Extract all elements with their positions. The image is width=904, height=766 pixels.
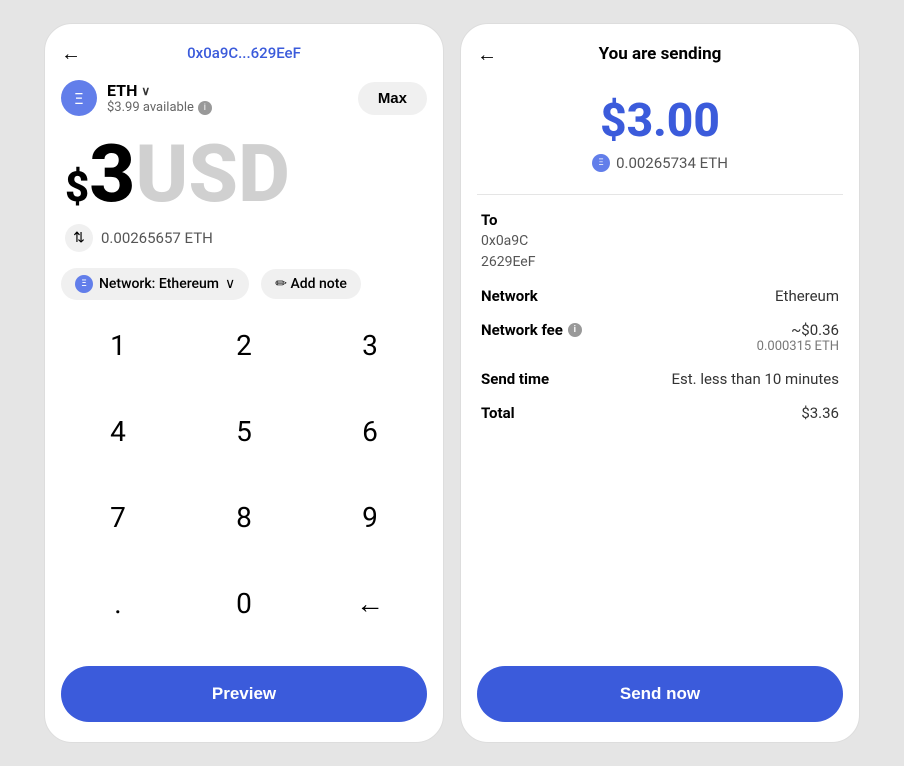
key-7[interactable]: 7 xyxy=(55,482,181,552)
add-note-button[interactable]: ✏ Add note xyxy=(261,269,361,299)
fee-usd: ~$0.36 xyxy=(757,321,839,339)
key-backspace[interactable]: ← xyxy=(307,568,433,638)
sending-usd: $3.00 xyxy=(477,94,843,148)
token-name-row: ETH ∨ xyxy=(107,81,212,100)
key-0[interactable]: 0 xyxy=(181,568,307,638)
key-4[interactable]: 4 xyxy=(55,396,181,466)
key-5[interactable]: 5 xyxy=(181,396,307,466)
back-button[interactable]: ← xyxy=(61,41,81,66)
send-time-label: Send time xyxy=(481,370,549,388)
fee-eth: 0.000315 ETH xyxy=(757,339,839,354)
key-2[interactable]: 2 xyxy=(181,310,307,380)
eth-equiv-text: 0.00265657 ETH xyxy=(101,229,213,247)
confirm-title: You are sending xyxy=(599,44,722,64)
network-row-label: Network xyxy=(481,287,538,305)
divider xyxy=(477,194,843,195)
network-eth-icon: Ξ xyxy=(75,275,93,293)
eth-icon: Ξ xyxy=(61,80,97,116)
network-fee-row: Network fee i ~$0.36 0.000315 ETH xyxy=(481,321,839,354)
key-3[interactable]: 3 xyxy=(307,310,433,380)
add-note-label: ✏ Add note xyxy=(275,276,347,292)
network-row: Network Ethereum xyxy=(481,287,839,305)
total-value: $3.36 xyxy=(801,404,839,422)
preview-button[interactable]: Preview xyxy=(61,666,427,722)
recipient-address: 0x0a9C...629EeF xyxy=(187,44,301,62)
to-section: To 0x0a9C 2629EeF xyxy=(481,211,839,273)
token-selector[interactable]: Ξ ETH ∨ $3.99 available i xyxy=(61,80,212,116)
key-8[interactable]: 8 xyxy=(181,482,307,552)
network-label: Network: Ethereum xyxy=(99,276,219,292)
total-label: Total xyxy=(481,404,515,422)
usd-label: USD xyxy=(135,134,290,214)
amount-number: 3 xyxy=(89,134,135,214)
to-label: To xyxy=(481,211,839,229)
network-fee-label: Network fee i xyxy=(481,321,582,339)
sending-eth-text: 0.00265734 ETH xyxy=(616,154,728,172)
keypad: 1 2 3 4 5 6 7 8 9 . 0 ← xyxy=(45,310,443,654)
detail-section: To 0x0a9C 2629EeF Network Ethereum Netwo… xyxy=(461,207,859,442)
sending-amount: $3.00 Ξ 0.00265734 ETH xyxy=(461,74,859,182)
send-screen: ← 0x0a9C...629EeF Ξ ETH ∨ $3.99 availabl… xyxy=(44,23,444,743)
chevron-down-icon: ∨ xyxy=(141,84,150,98)
token-row: Ξ ETH ∨ $3.99 available i Max xyxy=(45,72,443,124)
bottom-options: Ξ Network: Ethereum ∨ ✏ Add note xyxy=(45,258,443,310)
right-header: ← You are sending xyxy=(461,24,859,74)
back-button-right[interactable]: ← xyxy=(477,42,497,67)
network-row-value: Ethereum xyxy=(775,287,839,305)
total-row: Total $3.36 xyxy=(481,404,839,422)
key-9[interactable]: 9 xyxy=(307,482,433,552)
send-time-value: Est. less than 10 minutes xyxy=(671,370,839,388)
amount-display: $ 3 USD xyxy=(45,124,443,218)
swap-icon[interactable]: ⇅ xyxy=(65,224,93,252)
to-address: 0x0a9C 2629EeF xyxy=(481,231,839,273)
info-icon[interactable]: i xyxy=(198,101,212,115)
key-1[interactable]: 1 xyxy=(55,310,181,380)
left-header: ← 0x0a9C...629EeF xyxy=(45,24,443,72)
eth-equiv-row: ⇅ 0.00265657 ETH xyxy=(45,218,443,258)
max-button[interactable]: Max xyxy=(358,82,427,115)
fee-values: ~$0.36 0.000315 ETH xyxy=(757,321,839,354)
token-name: ETH xyxy=(107,81,137,100)
network-chevron-icon: ∨ xyxy=(225,276,235,292)
confirm-screen: ← You are sending $3.00 Ξ 0.00265734 ETH… xyxy=(460,23,860,743)
fee-info-icon[interactable]: i xyxy=(568,323,582,337)
token-details: ETH ∨ $3.99 available i xyxy=(107,81,212,115)
available-balance: $3.99 available i xyxy=(107,100,212,115)
sending-eth-icon: Ξ xyxy=(592,154,610,172)
key-dot[interactable]: . xyxy=(55,568,181,638)
key-6[interactable]: 6 xyxy=(307,396,433,466)
sending-eth-row: Ξ 0.00265734 ETH xyxy=(477,154,843,172)
send-now-button[interactable]: Send now xyxy=(477,666,843,722)
dollar-sign: $ xyxy=(65,163,89,212)
network-selector[interactable]: Ξ Network: Ethereum ∨ xyxy=(61,268,249,300)
send-time-row: Send time Est. less than 10 minutes xyxy=(481,370,839,388)
